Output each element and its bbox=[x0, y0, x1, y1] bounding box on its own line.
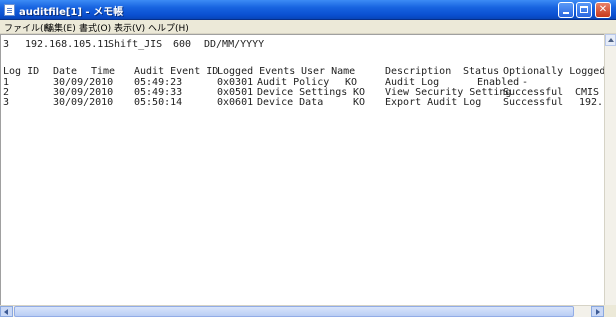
row-optional: 192. bbox=[579, 97, 604, 108]
header-field: 3 bbox=[3, 39, 10, 50]
title-bar[interactable]: auditfile[1] - メモ帳 ✕ bbox=[0, 0, 616, 20]
column-header: Date bbox=[53, 66, 78, 77]
minimize-button[interactable] bbox=[558, 2, 574, 18]
column-header: Time bbox=[91, 66, 116, 77]
menu-help[interactable]: ヘルプ(H) bbox=[148, 21, 189, 34]
menu-bar: ファイル(F) 編集(E) 書式(O) 表示(V) ヘルプ(H) bbox=[0, 20, 616, 34]
column-header: Description bbox=[385, 66, 452, 77]
text-editor-area[interactable]: 3 192.168.105.11 Shift_JIS 600 DD/MM/YYY… bbox=[0, 34, 616, 305]
scroll-left-arrow-icon[interactable] bbox=[0, 306, 13, 317]
column-header: Status bbox=[463, 66, 500, 77]
window-title: auditfile[1] - メモ帳 bbox=[19, 7, 124, 18]
row-log-id: 3 bbox=[3, 97, 10, 108]
menu-view[interactable]: 表示(V) bbox=[114, 21, 145, 34]
column-header: Log ID bbox=[3, 66, 40, 77]
header-field: 600 bbox=[173, 39, 192, 50]
horizontal-scroll-thumb[interactable] bbox=[14, 306, 574, 317]
close-button[interactable]: ✕ bbox=[595, 2, 611, 18]
column-header: Logged Events bbox=[217, 66, 296, 77]
menu-edit[interactable]: 編集(E) bbox=[45, 21, 76, 34]
notepad-icon bbox=[4, 4, 15, 16]
vertical-scrollbar[interactable] bbox=[604, 34, 616, 305]
row-time: 05:50:14 bbox=[134, 97, 183, 108]
maximize-button[interactable] bbox=[576, 2, 592, 18]
header-field: DD/MM/YYYY bbox=[204, 39, 265, 50]
column-header: Optionally Logged It bbox=[503, 66, 616, 77]
horizontal-scrollbar[interactable] bbox=[0, 305, 604, 317]
column-header: Audit Event ID bbox=[134, 66, 219, 77]
notepad-window: auditfile[1] - メモ帳 ✕ ファイル(F) 編集(E) 書式(O)… bbox=[0, 0, 616, 317]
menu-format[interactable]: 書式(O) bbox=[79, 21, 111, 34]
row-description: Export Audit Log bbox=[385, 97, 482, 108]
header-field: 192.168.105.11 bbox=[25, 39, 110, 50]
column-header: User Name bbox=[301, 66, 356, 77]
row-date: 30/09/2010 bbox=[53, 97, 114, 108]
scroll-right-arrow-icon[interactable] bbox=[591, 306, 604, 317]
row-event-id: 0x0601 bbox=[217, 97, 254, 108]
header-field: Shift_JIS bbox=[108, 39, 163, 50]
row-event: Device Data bbox=[257, 97, 324, 108]
row-user: KO bbox=[353, 97, 366, 108]
scroll-up-arrow-icon[interactable] bbox=[605, 34, 616, 46]
row-status: Successful bbox=[503, 97, 564, 108]
size-grip[interactable] bbox=[604, 305, 616, 317]
